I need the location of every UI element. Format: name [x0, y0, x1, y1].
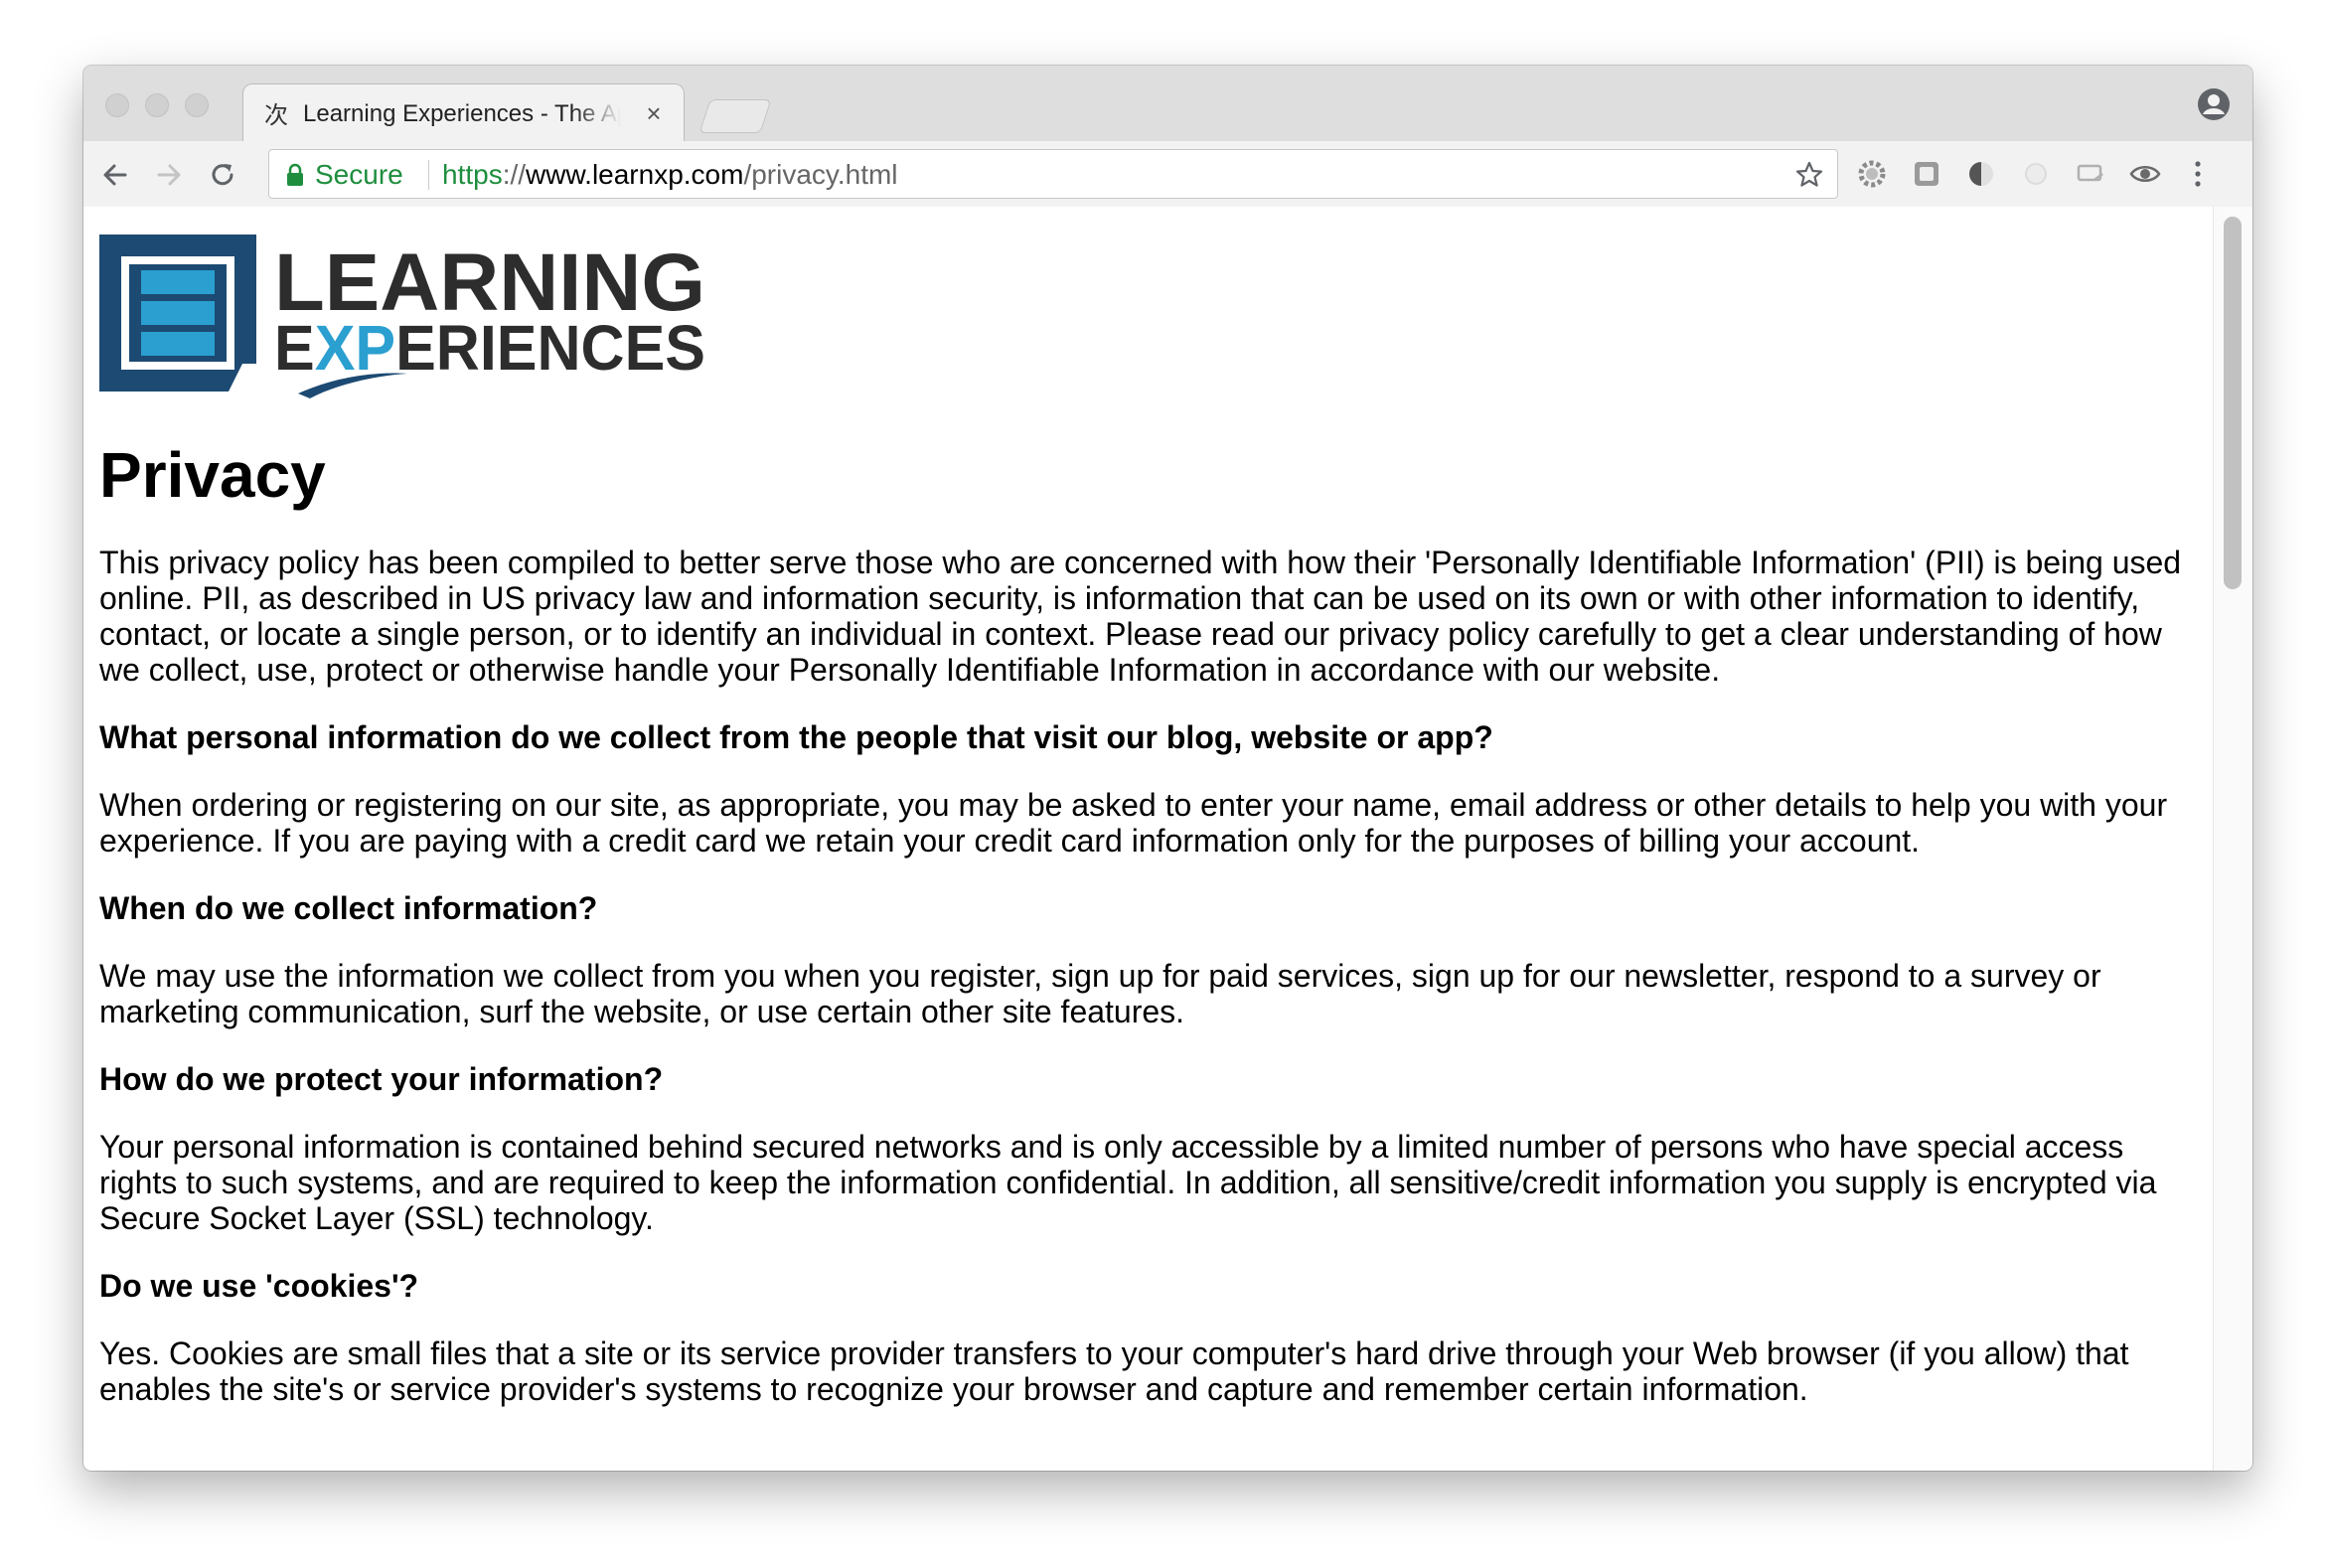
section-body: When ordering or registering on our site… — [99, 787, 2168, 859]
scrollbar-thumb[interactable] — [2224, 217, 2242, 589]
forward-arrow-icon[interactable] — [149, 155, 189, 195]
gear-extension-icon[interactable] — [1855, 157, 1889, 191]
section-body: Your personal information is contained b… — [99, 1129, 2157, 1236]
learning-experiences-logo[interactable]: LEARNING EXPERIENCES — [99, 235, 715, 398]
profile-icon[interactable] — [2197, 87, 2231, 121]
page-title: Privacy — [99, 439, 326, 511]
logo-line-2-highlight: XP — [315, 312, 395, 384]
lock-icon[interactable] — [285, 163, 305, 187]
half-circle-extension-icon[interactable] — [1964, 157, 1998, 191]
window-zoom-button[interactable] — [185, 93, 209, 117]
address-bar[interactable]: Secure https://www.learnxp.com/privacy.h… — [268, 149, 1838, 199]
eye-extension-icon[interactable] — [2128, 157, 2162, 191]
page-content: LEARNING EXPERIENCES Privacy This privac… — [83, 207, 2213, 1471]
intro-paragraph: This privacy policy has been compiled to… — [99, 545, 2182, 688]
square-extension-icon[interactable] — [1910, 157, 1943, 191]
url-text[interactable]: https://www.learnxp.com/privacy.html — [442, 159, 898, 191]
tab-strip: 次 Learning Experiences - The App × — [83, 66, 2252, 142]
logo-line-2-start: E — [274, 312, 315, 384]
omnibox-divider — [428, 160, 429, 190]
logo-bar-3 — [141, 332, 215, 356]
new-tab-button[interactable] — [698, 99, 772, 133]
cast-extension-icon[interactable] — [2074, 157, 2107, 191]
window-minimize-button[interactable] — [145, 93, 169, 117]
logo-bar-2 — [141, 301, 215, 325]
section-heading: When do we collect information? — [99, 890, 598, 926]
section-body: We may use the information we collect fr… — [99, 958, 2101, 1029]
url-scheme: https — [442, 159, 503, 190]
secure-label[interactable]: Secure — [315, 159, 403, 191]
section-heading: How do we protect your information? — [99, 1061, 664, 1097]
url-separator: :// — [502, 159, 527, 190]
vertical-scrollbar[interactable] — [2213, 207, 2252, 1471]
privacy-article: This privacy policy has been compiled to… — [99, 545, 2196, 1439]
svg-text:次: 次 — [264, 101, 288, 128]
star-icon[interactable] — [1793, 159, 1825, 191]
section-heading: Do we use 'cookies'? — [99, 1268, 419, 1304]
section-heading: What personal information do we collect … — [99, 719, 1493, 755]
logo-bar-1 — [141, 270, 215, 294]
url-host: www.learnxp.com — [526, 159, 744, 190]
reload-icon[interactable] — [203, 155, 242, 195]
logo-line-2-end: ERIENCES — [395, 312, 705, 384]
faded-circle-extension-icon[interactable] — [2019, 157, 2053, 191]
kebab-menu-icon[interactable] — [2188, 157, 2208, 191]
tab-close-icon[interactable]: × — [639, 98, 669, 128]
section-body: Yes. Cookies are small files that a site… — [99, 1335, 2129, 1407]
kanji-favicon-icon: 次 — [264, 101, 288, 128]
url-path: /privacy.html — [743, 159, 898, 190]
window-close-button[interactable] — [105, 93, 129, 117]
tab-learning-experiences[interactable]: 次 Learning Experiences - The App × — [242, 83, 685, 142]
logo-line-2: EXPERIENCES — [274, 312, 705, 384]
tab-title: Learning Experiences - The App — [303, 100, 621, 127]
back-arrow-icon[interactable] — [95, 155, 135, 195]
browser-toolbar: Secure https://www.learnxp.com/privacy.h… — [83, 141, 2252, 208]
browser-window: 次 Learning Experiences - The App × Secur… — [83, 66, 2252, 1471]
